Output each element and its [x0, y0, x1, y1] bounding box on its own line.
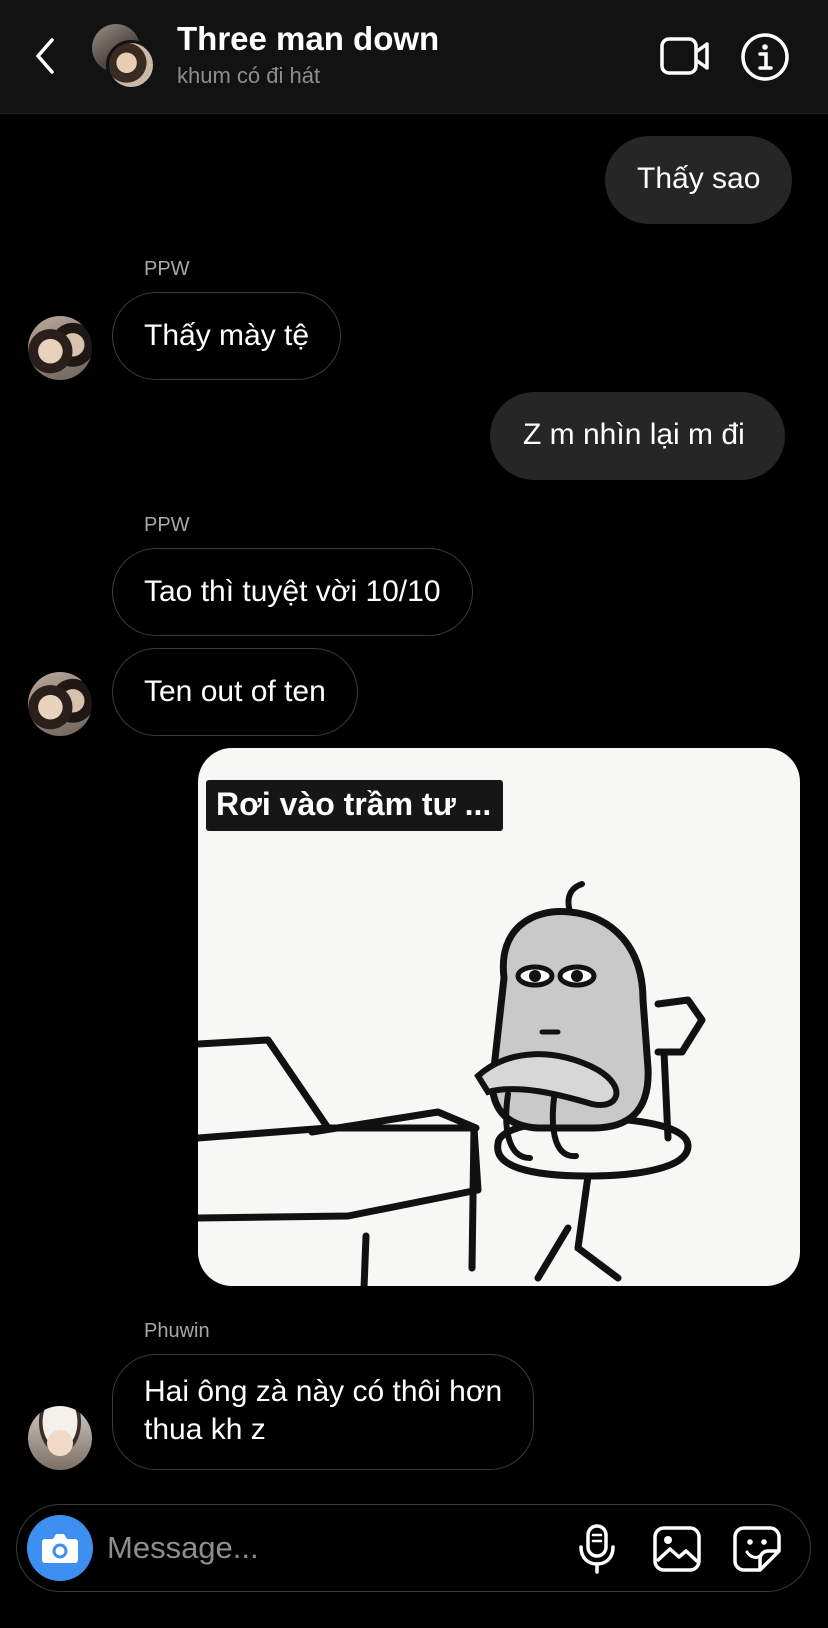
message-input[interactable]	[107, 1525, 527, 1571]
message-composer	[16, 1504, 811, 1592]
sticker-caption: Rơi vào trầm tư ...	[206, 780, 504, 831]
info-icon	[741, 33, 789, 81]
camera-icon	[42, 1534, 78, 1563]
message-bubble-incoming[interactable]: Hai ông zà này có thôi hơn thua kh z	[112, 1354, 535, 1470]
message-text: Ten out of ten	[144, 675, 326, 708]
avatar-ppw[interactable]	[28, 672, 92, 736]
sticker-message[interactable]: Rơi vào trầm tư ...	[198, 748, 800, 1286]
message-text-line: Hai ông zà này có thôi hơn	[144, 1375, 503, 1408]
camera-button[interactable]	[27, 1515, 93, 1581]
chevron-left-icon	[36, 38, 54, 74]
message-text: Thấy mày tệ	[144, 319, 310, 352]
video-call-button[interactable]	[660, 36, 710, 76]
sender-name: PPW	[144, 514, 190, 536]
gallery-button[interactable]	[652, 1525, 702, 1573]
sender-name: Phuwin	[144, 1320, 210, 1342]
message-bubble-incoming[interactable]: Tao thì tuyệt vời 10/10	[112, 548, 473, 636]
back-button[interactable]	[26, 30, 66, 82]
video-camera-icon	[660, 37, 709, 75]
image-gallery-icon	[653, 1526, 701, 1572]
voice-message-button[interactable]	[575, 1523, 619, 1575]
chat-header: Three man down khum có đi hát	[0, 0, 828, 114]
sticker-button[interactable]	[732, 1525, 782, 1573]
message-text: Thấy sao	[637, 162, 761, 195]
avatar-ppw[interactable]	[28, 316, 92, 380]
info-button[interactable]	[740, 32, 790, 82]
sticker-icon	[733, 1526, 781, 1572]
message-bubble-incoming[interactable]: Ten out of ten	[112, 648, 358, 736]
message-text: Z m nhìn lại m đi	[523, 418, 745, 451]
message-bubble-incoming[interactable]: Thấy mày tệ	[112, 292, 342, 380]
avatar-phuwin[interactable]	[28, 1406, 92, 1470]
message-bubble-outgoing[interactable]: Thấy sao	[605, 136, 793, 224]
group-avatar-front	[106, 40, 156, 90]
group-avatar[interactable]	[92, 24, 158, 90]
message-text-line: thua kh z	[144, 1413, 266, 1446]
chat-subtitle: khum có đi hát	[177, 63, 321, 88]
message-text: Tao thì tuyệt vời 10/10	[144, 575, 441, 608]
message-bubble-outgoing[interactable]: Z m nhìn lại m đi	[490, 392, 785, 480]
chat-title[interactable]: Three man down	[177, 20, 439, 58]
sender-name: PPW	[144, 258, 190, 280]
microphone-icon	[579, 1524, 615, 1574]
